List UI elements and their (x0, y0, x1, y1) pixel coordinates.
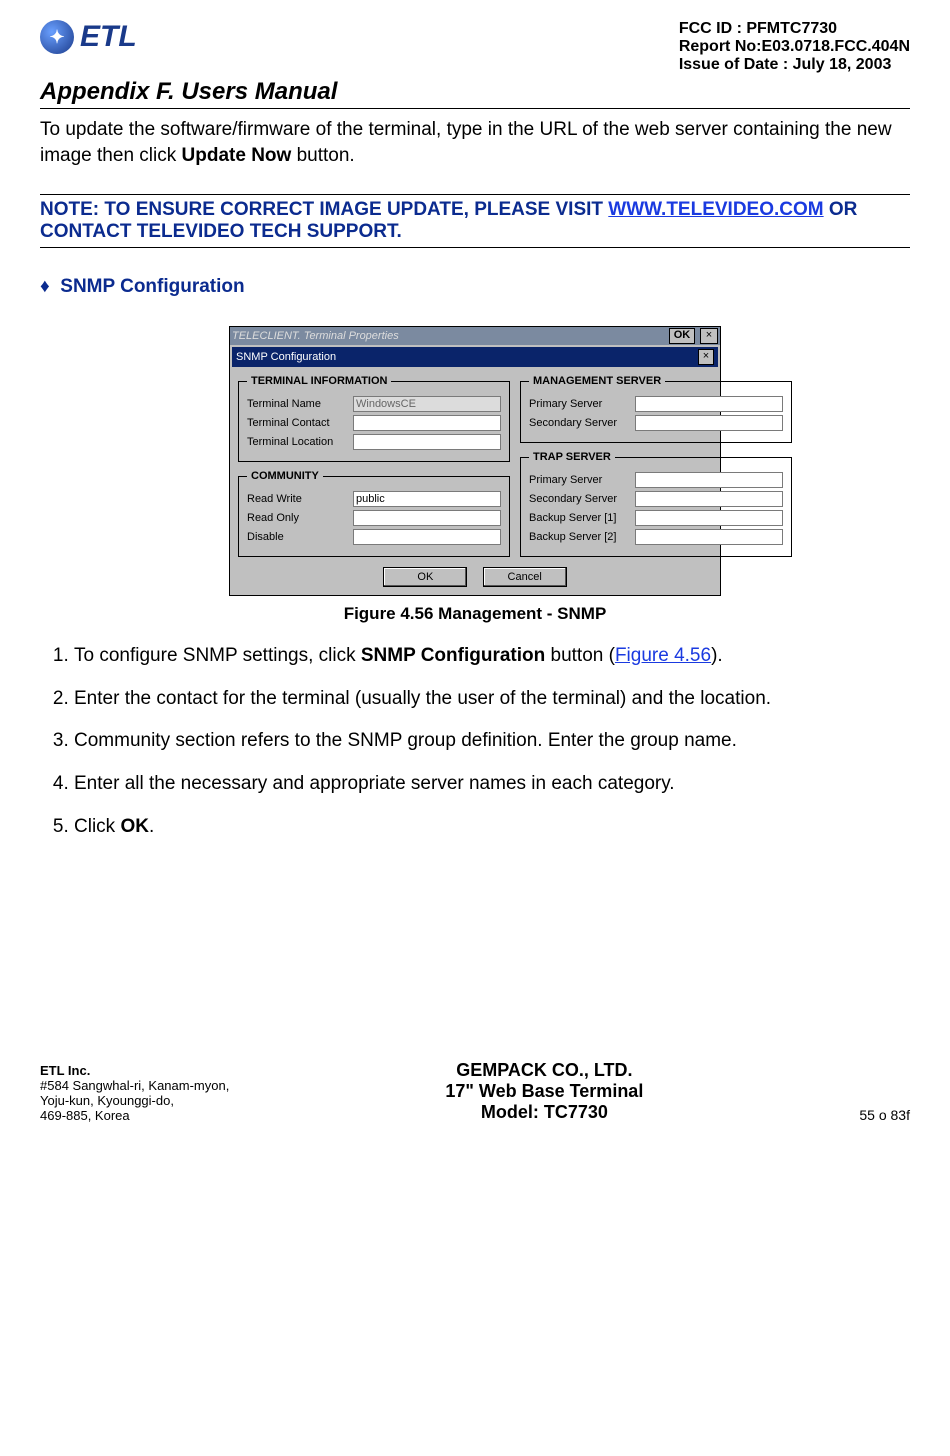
parent-close-icon[interactable]: × (700, 328, 718, 344)
footer-page-number: 55 o 83f (859, 1107, 910, 1123)
mgmt-legend: MANAGEMENT SERVER (529, 375, 665, 387)
step-2: Enter the contact for the terminal (usua… (74, 686, 910, 713)
logo-text: ETL (80, 20, 137, 54)
parent-ok-button[interactable]: OK (669, 328, 695, 344)
read-write-input[interactable] (353, 491, 501, 507)
s1-pre: To configure SNMP settings, click (74, 645, 361, 666)
mgmt-secondary-label: Secondary Server (529, 417, 629, 429)
figure-caption: Figure 4.56 Management - SNMP (40, 604, 910, 624)
footer-center3: Model: TC7730 (445, 1102, 643, 1123)
footer-addr2: Yoju-kun, Kyounggi-do, (40, 1093, 229, 1108)
step-3: Community section refers to the SNMP gro… (74, 728, 910, 755)
dialog-title: SNMP Configuration (236, 351, 336, 363)
s5-bold: OK (120, 816, 149, 837)
terminal-name-label: Terminal Name (247, 398, 347, 410)
appendix-title: Appendix F. Users Manual (40, 78, 910, 106)
trap-backup2-input[interactable] (635, 529, 783, 545)
fcc-id: FCC ID : PFMTC7730 (679, 20, 910, 38)
intro-post: button. (291, 145, 354, 166)
terminal-name-input (353, 396, 501, 412)
s5-post: . (149, 816, 154, 837)
step-1: To configure SNMP settings, click SNMP C… (74, 643, 910, 670)
read-only-label: Read Only (247, 512, 347, 524)
issue-date: Issue of Date : July 18, 2003 (679, 56, 910, 74)
note-link[interactable]: WWW.TELEVIDEO.COM (608, 199, 823, 220)
close-icon[interactable]: × (698, 349, 714, 365)
s1-mid: button ( (545, 645, 615, 666)
trap-secondary-label: Secondary Server (529, 493, 629, 505)
globe-icon: ✦ (40, 20, 74, 54)
step-5: Click OK. (74, 814, 910, 841)
disable-label: Disable (247, 531, 347, 543)
s1-post: ). (711, 645, 723, 666)
terminal-info-legend: TERMINAL INFORMATION (247, 375, 391, 387)
intro-pre: To update the software/firmware of the t… (40, 119, 892, 166)
logo: ✦ ETL (40, 20, 137, 54)
trap-backup1-input[interactable] (635, 510, 783, 526)
step-4: Enter all the necessary and appropriate … (74, 771, 910, 798)
footer-left: ETL Inc. #584 Sangwhal-ri, Kanam-myon, Y… (40, 1063, 229, 1123)
terminal-contact-input[interactable] (353, 415, 501, 431)
mgmt-primary-label: Primary Server (529, 398, 629, 410)
terminal-contact-label: Terminal Contact (247, 417, 347, 429)
cancel-button[interactable]: Cancel (483, 567, 567, 587)
s1-bold: SNMP Configuration (361, 645, 545, 666)
trap-backup1-label: Backup Server [1] (529, 512, 629, 524)
mgmt-secondary-input[interactable] (635, 415, 783, 431)
trap-backup2-label: Backup Server [2] (529, 531, 629, 543)
intro-paragraph: To update the software/firmware of the t… (40, 117, 910, 168)
section-heading: ♦ SNMP Configuration (40, 276, 910, 298)
disable-input[interactable] (353, 529, 501, 545)
footer-addr3: 469-885, Korea (40, 1108, 229, 1123)
ok-button[interactable]: OK (383, 567, 467, 587)
read-write-label: Read Write (247, 493, 347, 505)
trap-secondary-input[interactable] (635, 491, 783, 507)
terminal-location-label: Terminal Location (247, 436, 347, 448)
community-group: COMMUNITY Read Write Read Only Disable (238, 470, 510, 557)
footer-company: ETL Inc. (40, 1063, 229, 1078)
footer-center1: GEMPACK CO., LTD. (445, 1060, 643, 1081)
divider (40, 108, 910, 109)
figure-link[interactable]: Figure 4.56 (615, 645, 711, 666)
steps-list: To configure SNMP settings, click SNMP C… (40, 643, 910, 840)
terminal-location-input[interactable] (353, 434, 501, 450)
parent-titlebar: TELECLIENT. Terminal Properties OK × (230, 327, 720, 345)
mgmt-primary-input[interactable] (635, 396, 783, 412)
section-title: SNMP Configuration (60, 276, 244, 297)
diamond-icon: ♦ (40, 276, 60, 297)
footer-center2: 17" Web Base Terminal (445, 1081, 643, 1102)
note-block: NOTE: TO ENSURE CORRECT IMAGE UPDATE, PL… (40, 194, 910, 248)
trap-server-group: TRAP SERVER Primary Server Secondary Ser… (520, 451, 792, 557)
parent-title: TELECLIENT. Terminal Properties (232, 330, 399, 342)
report-no: Report No:E03.0718.FCC.404N (679, 38, 910, 56)
mgmt-server-group: MANAGEMENT SERVER Primary Server Seconda… (520, 375, 792, 443)
footer-center: GEMPACK CO., LTD. 17" Web Base Terminal … (445, 1060, 643, 1123)
trap-primary-input[interactable] (635, 472, 783, 488)
note-pre: NOTE: TO ENSURE CORRECT IMAGE UPDATE, PL… (40, 199, 608, 220)
terminal-info-group: TERMINAL INFORMATION Terminal Name Termi… (238, 375, 510, 462)
community-legend: COMMUNITY (247, 470, 323, 482)
dialog-titlebar: SNMP Configuration × (232, 347, 718, 367)
header-meta: FCC ID : PFMTC7730 Report No:E03.0718.FC… (679, 20, 910, 74)
page-footer: ETL Inc. #584 Sangwhal-ri, Kanam-myon, Y… (40, 1060, 910, 1123)
read-only-input[interactable] (353, 510, 501, 526)
trap-legend: TRAP SERVER (529, 451, 615, 463)
s5-pre: Click (74, 816, 120, 837)
intro-bold: Update Now (182, 145, 292, 166)
footer-addr1: #584 Sangwhal-ri, Kanam-myon, (40, 1078, 229, 1093)
trap-primary-label: Primary Server (529, 474, 629, 486)
snmp-dialog: TELECLIENT. Terminal Properties OK × SNM… (229, 326, 721, 596)
